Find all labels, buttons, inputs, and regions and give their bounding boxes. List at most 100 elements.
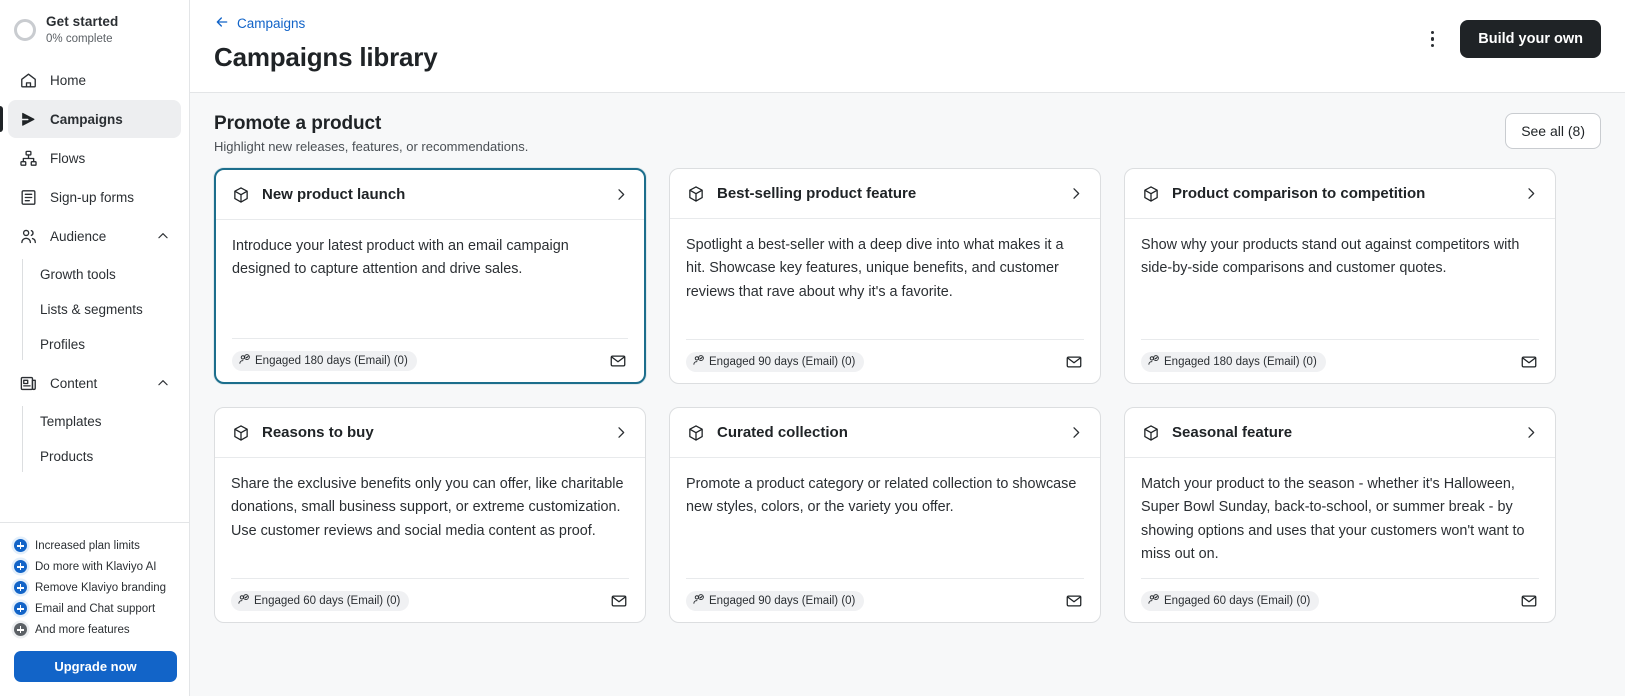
- card-header: Best-selling product feature: [670, 169, 1100, 219]
- sidebar-item-flows[interactable]: Flows: [8, 139, 181, 177]
- chevron-right-icon[interactable]: [1068, 425, 1084, 441]
- mail-icon: [1064, 352, 1084, 372]
- home-icon: [18, 70, 38, 90]
- more-options-button[interactable]: [1416, 23, 1448, 55]
- card-header: Reasons to buy: [215, 408, 645, 458]
- sidebar-subgroup-audience: Growth tools Lists & segments Profiles: [0, 257, 189, 362]
- audience-badge: Engaged 60 days (Email) (0): [231, 591, 409, 611]
- promo-feature: Remove Klaviyo branding: [14, 577, 177, 598]
- sidebar-item-campaigns[interactable]: Campaigns: [8, 100, 181, 138]
- get-started-widget[interactable]: Get started 0% complete: [0, 10, 189, 60]
- audience-icon: [238, 353, 251, 369]
- sidebar-item-lists-segments[interactable]: Lists & segments: [8, 292, 181, 327]
- sidebar-group-audience-label: Audience: [50, 229, 143, 244]
- campaign-card[interactable]: Best-selling product feature Spotlight a…: [669, 168, 1101, 384]
- campaign-card[interactable]: Product comparison to competition Show w…: [1124, 168, 1556, 384]
- card-description: Introduce your latest product with an em…: [216, 220, 644, 338]
- campaign-card[interactable]: New product launch Introduce your latest…: [214, 168, 646, 384]
- signup-forms-icon: [18, 187, 38, 207]
- chevron-up-icon: [155, 375, 171, 391]
- plus-circle-icon: [14, 602, 27, 615]
- mail-icon: [1064, 591, 1084, 611]
- sidebar-item-signup-forms[interactable]: Sign-up forms: [8, 178, 181, 216]
- sidebar-item-campaigns-label: Campaigns: [50, 112, 171, 127]
- audience-badge-label: Engaged 180 days (Email) (0): [1164, 356, 1317, 368]
- sidebar-item-signup-forms-label: Sign-up forms: [50, 190, 171, 205]
- section-header: Promote a product Highlight new releases…: [214, 113, 1601, 154]
- promo-feature: Increased plan limits: [14, 535, 177, 556]
- card-footer: Engaged 60 days (Email) (0): [231, 578, 629, 622]
- sidebar-item-products[interactable]: Products: [8, 439, 181, 474]
- plus-circle-icon: [14, 539, 27, 552]
- campaign-card[interactable]: Curated collection Promote a product cat…: [669, 407, 1101, 623]
- chevron-right-icon[interactable]: [1068, 186, 1084, 202]
- build-your-own-button[interactable]: Build your own: [1460, 20, 1601, 58]
- card-title: Reasons to buy: [262, 424, 602, 441]
- card-footer: Engaged 90 days (Email) (0): [686, 339, 1084, 383]
- upgrade-promo-panel: Increased plan limits Do more with Klavi…: [0, 522, 189, 696]
- card-title: Product comparison to competition: [1172, 185, 1512, 202]
- chevron-right-icon[interactable]: [613, 187, 629, 203]
- campaign-card[interactable]: Seasonal feature Match your product to t…: [1124, 407, 1556, 623]
- card-header: Seasonal feature: [1125, 408, 1555, 458]
- section-header-text: Promote a product Highlight new releases…: [214, 113, 528, 154]
- sidebar-group-audience[interactable]: Audience: [8, 217, 181, 255]
- sidebar-item-growth-tools[interactable]: Growth tools: [8, 257, 181, 292]
- sidebar: Get started 0% complete Home: [0, 0, 190, 696]
- package-icon: [1141, 184, 1161, 204]
- campaigns-icon: [18, 109, 38, 129]
- sidebar-scroll: Get started 0% complete Home: [0, 0, 189, 522]
- progress-ring-icon: [14, 19, 36, 41]
- sidebar-item-profiles[interactable]: Profiles: [8, 327, 181, 362]
- sidebar-group-content[interactable]: Content: [8, 364, 181, 402]
- section-subtitle: Highlight new releases, features, or rec…: [214, 139, 528, 154]
- plus-circle-icon: [14, 560, 27, 573]
- mail-icon: [1519, 591, 1539, 611]
- card-description: Show why your products stand out against…: [1125, 219, 1555, 339]
- campaign-card-grid: New product launch Introduce your latest…: [214, 168, 1601, 623]
- page-title: Campaigns library: [214, 42, 437, 73]
- app-root: Get started 0% complete Home: [0, 0, 1625, 696]
- page-header: Campaigns Campaigns library Build your o…: [190, 0, 1625, 93]
- header-left: Campaigns Campaigns library: [214, 14, 437, 73]
- audience-icon: [692, 354, 705, 370]
- promo-feature-label: And more features: [35, 624, 130, 636]
- header-actions: Build your own: [1416, 14, 1601, 58]
- audience-icon: [1147, 354, 1160, 370]
- audience-badge-label: Engaged 60 days (Email) (0): [1164, 595, 1310, 607]
- card-title: Curated collection: [717, 424, 1057, 441]
- audience-icon: [18, 226, 38, 246]
- library-content: Promote a product Highlight new releases…: [190, 93, 1625, 696]
- card-title: Best-selling product feature: [717, 185, 1057, 202]
- sidebar-item-flows-label: Flows: [50, 151, 171, 166]
- breadcrumb-label: Campaigns: [237, 16, 305, 31]
- breadcrumb-campaigns[interactable]: Campaigns: [214, 14, 437, 33]
- audience-badge: Engaged 90 days (Email) (0): [686, 352, 864, 372]
- audience-icon: [1147, 593, 1160, 609]
- section-title: Promote a product: [214, 113, 528, 135]
- card-title: Seasonal feature: [1172, 424, 1512, 441]
- content-icon: [18, 373, 38, 393]
- campaign-card[interactable]: Reasons to buy Share the exclusive benef…: [214, 407, 646, 623]
- promo-feature: Email and Chat support: [14, 598, 177, 619]
- package-icon: [686, 423, 706, 443]
- upgrade-now-button[interactable]: Upgrade now: [14, 651, 177, 682]
- card-header: Curated collection: [670, 408, 1100, 458]
- package-icon: [231, 185, 251, 205]
- sidebar-item-home-label: Home: [50, 73, 171, 88]
- dot-icon: [1431, 44, 1434, 47]
- chevron-right-icon[interactable]: [1523, 425, 1539, 441]
- chevron-right-icon[interactable]: [1523, 186, 1539, 202]
- chevron-right-icon[interactable]: [613, 425, 629, 441]
- sidebar-group-content-label: Content: [50, 376, 143, 391]
- see-all-button[interactable]: See all (8): [1505, 113, 1601, 149]
- card-description: Spotlight a best-seller with a deep dive…: [670, 219, 1100, 339]
- plus-circle-icon: [14, 581, 27, 594]
- audience-badge-label: Engaged 90 days (Email) (0): [709, 595, 855, 607]
- sidebar-item-home[interactable]: Home: [8, 61, 181, 99]
- promo-feature-label: Increased plan limits: [35, 540, 140, 552]
- sidebar-item-templates[interactable]: Templates: [8, 404, 181, 439]
- card-description: Match your product to the season - wheth…: [1125, 458, 1555, 578]
- audience-badge-label: Engaged 60 days (Email) (0): [254, 595, 400, 607]
- audience-badge-label: Engaged 90 days (Email) (0): [709, 356, 855, 368]
